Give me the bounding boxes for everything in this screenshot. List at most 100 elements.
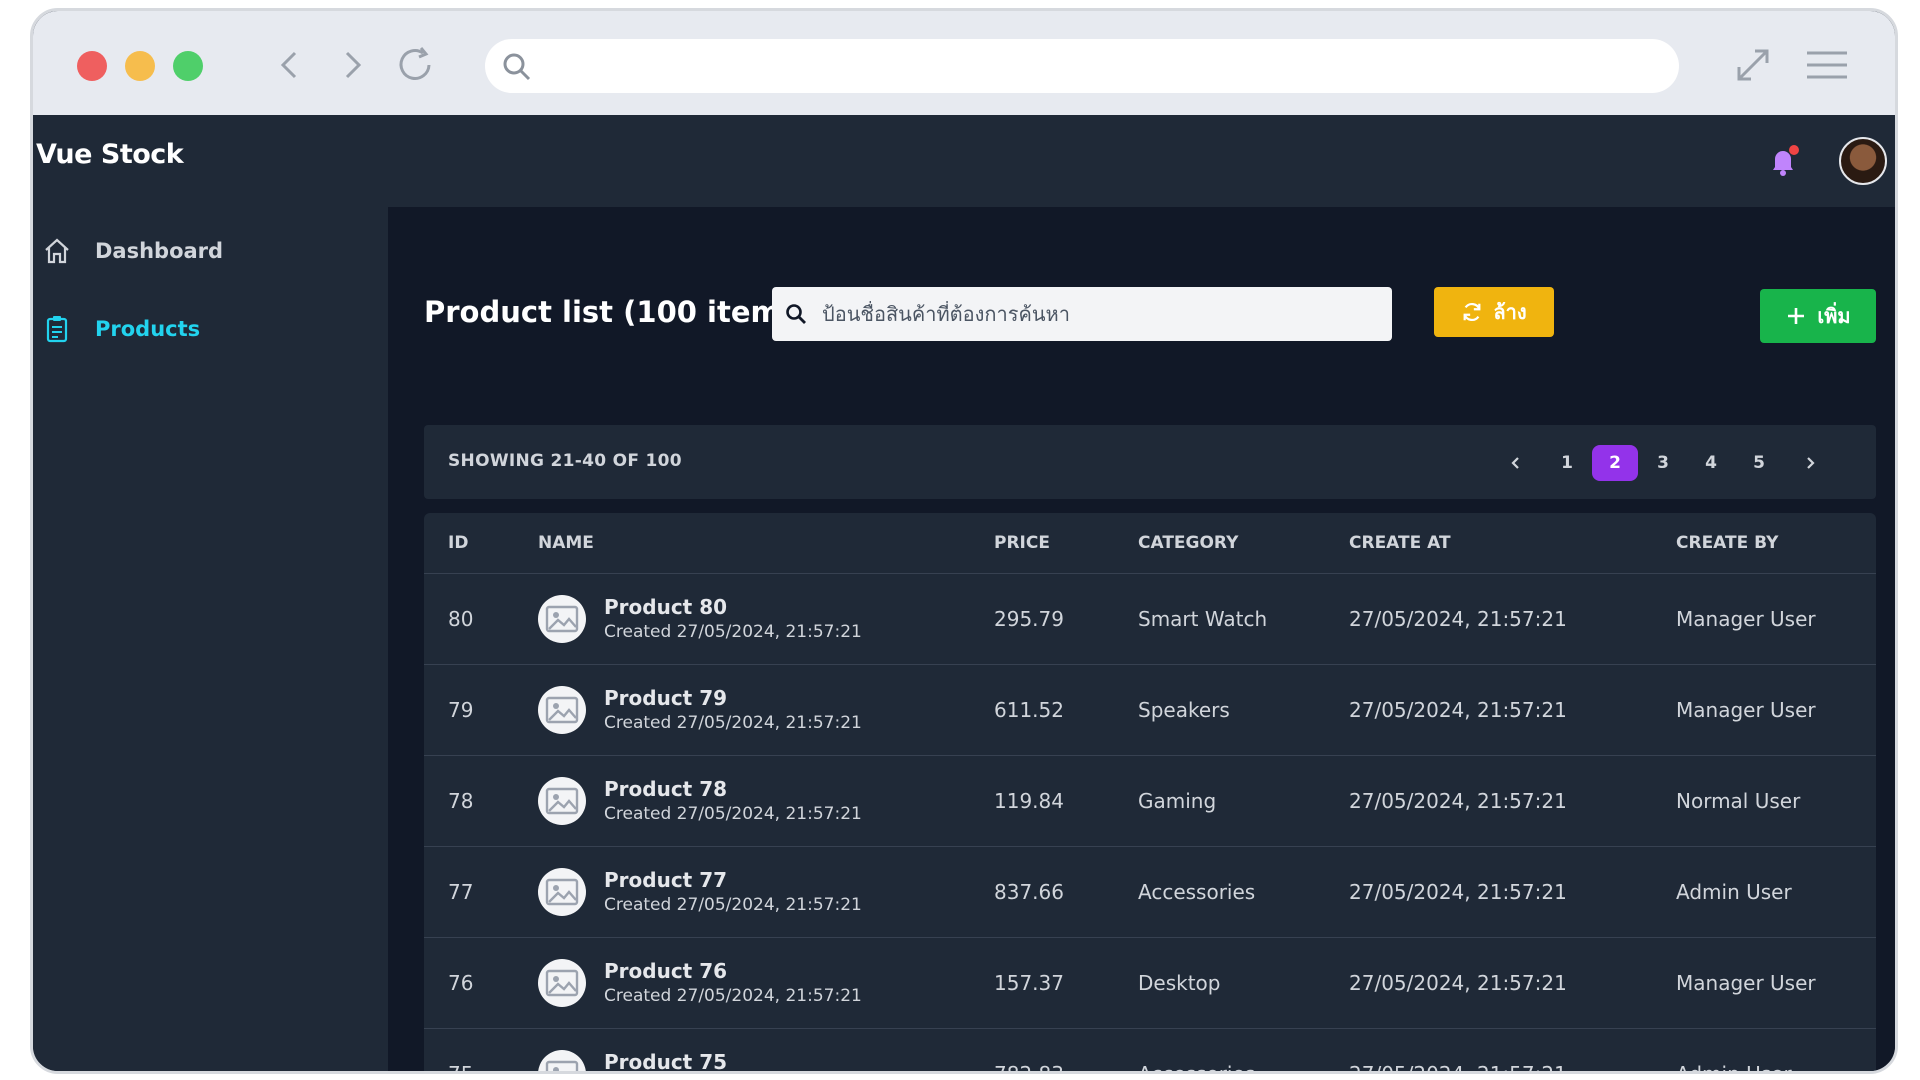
app-header: Vue Stock (33, 115, 1895, 207)
product-name[interactable]: Product 80 (604, 594, 862, 620)
cell-id: 79 (424, 664, 538, 756)
cell-created-by: Admin User (1676, 846, 1876, 938)
search-input[interactable] (820, 301, 1384, 327)
browser-window: Vue Stock Dashboard Products Product lis… (30, 8, 1898, 1074)
cell-id: 76 (424, 937, 538, 1029)
bell-icon[interactable] (1767, 145, 1799, 177)
page-button-3[interactable]: 3 (1640, 445, 1686, 481)
sidebar-item-label: Products (95, 317, 201, 341)
next-page-button[interactable] (1784, 445, 1836, 481)
cell-created-at: 27/05/2024, 21:57:21 (1349, 846, 1676, 938)
product-name[interactable]: Product 75 (604, 1049, 862, 1071)
add-button-label: เพิ่ม (1817, 304, 1851, 328)
sidebar-item-dashboard[interactable]: Dashboard (33, 229, 388, 273)
column-header-created-by[interactable]: CREATE BY (1676, 513, 1876, 574)
table-row[interactable]: 79 Product 79 Created 27/05/2024, 21:57:… (424, 664, 1876, 756)
column-header-category[interactable]: CATEGORY (1138, 513, 1349, 574)
image-placeholder-icon (538, 959, 586, 1007)
table-row[interactable]: 75 Product 75 Created 27/05/2024, 21:57:… (424, 1028, 1876, 1071)
page-button-2[interactable]: 2 (1592, 445, 1638, 481)
cell-created-by: Normal User (1676, 755, 1876, 847)
column-header-price[interactable]: PRICE (994, 513, 1138, 574)
refresh-icon (1463, 303, 1481, 321)
cell-created-at: 27/05/2024, 21:57:21 (1349, 664, 1676, 756)
cell-price: 611.52 (994, 664, 1138, 756)
image-placeholder-icon (538, 1050, 586, 1071)
expand-icon[interactable] (1731, 45, 1775, 85)
cell-created-at: 27/05/2024, 21:57:21 (1349, 573, 1676, 665)
image-placeholder-icon (538, 686, 586, 734)
cell-created-at: 27/05/2024, 21:57:21 (1349, 755, 1676, 847)
table-row[interactable]: 80 Product 80 Created 27/05/2024, 21:57:… (424, 573, 1876, 665)
image-placeholder-icon (538, 595, 586, 643)
cell-id: 80 (424, 573, 538, 665)
column-header-created-at[interactable]: CREATE AT (1349, 513, 1676, 574)
back-arrow-icon[interactable] (271, 45, 311, 85)
cell-created-by: Admin User (1676, 1028, 1876, 1071)
table-row[interactable]: 78 Product 78 Created 27/05/2024, 21:57:… (424, 755, 1876, 847)
product-created-subtitle: Created 27/05/2024, 21:57:21 (604, 622, 862, 642)
cell-created-at: 27/05/2024, 21:57:21 (1349, 1028, 1676, 1071)
app-brand[interactable]: Vue Stock (36, 139, 184, 170)
cell-name: Product 79 Created 27/05/2024, 21:57:21 (538, 664, 994, 756)
reload-icon[interactable] (395, 45, 435, 85)
cell-category: Accessories (1138, 1028, 1349, 1071)
column-header-name[interactable]: NAME (538, 513, 994, 574)
search-icon (784, 302, 808, 326)
cell-created-by: Manager User (1676, 664, 1876, 756)
address-bar[interactable] (485, 39, 1679, 93)
hamburger-menu-icon[interactable] (1805, 45, 1849, 85)
table-header-row: ID NAME PRICE CATEGORY CREATE AT CREATE … (424, 513, 1876, 574)
cell-id: 75 (424, 1028, 538, 1071)
clear-button[interactable]: ล้าง (1434, 287, 1554, 337)
table-row[interactable]: 77 Product 77 Created 27/05/2024, 21:57:… (424, 846, 1876, 938)
cell-name: Product 80 Created 27/05/2024, 21:57:21 (538, 573, 994, 665)
cell-created-by: Manager User (1676, 573, 1876, 665)
search-box[interactable] (772, 287, 1392, 341)
add-product-button[interactable]: เพิ่ม (1760, 289, 1876, 343)
table-row[interactable]: 76 Product 76 Created 27/05/2024, 21:57:… (424, 937, 1876, 1029)
main-content: Product list (100 items) ล้าง เพิ่ม SHOW… (388, 207, 1895, 1071)
user-avatar[interactable] (1839, 137, 1887, 185)
image-placeholder-icon (538, 868, 586, 916)
browser-toolbar (33, 11, 1895, 115)
cell-price: 157.37 (994, 937, 1138, 1029)
page-button-5[interactable]: 5 (1736, 445, 1782, 481)
cell-price: 837.66 (994, 846, 1138, 938)
product-name[interactable]: Product 77 (604, 867, 862, 893)
cell-price: 119.84 (994, 755, 1138, 847)
showing-count: SHOWING 21-40 OF 100 (448, 451, 682, 471)
window-close-button[interactable] (77, 51, 107, 81)
window-minimize-button[interactable] (125, 51, 155, 81)
cell-category: Desktop (1138, 937, 1349, 1029)
window-maximize-button[interactable] (173, 51, 203, 81)
page-button-1[interactable]: 1 (1544, 445, 1590, 481)
cell-name: Product 76 Created 27/05/2024, 21:57:21 (538, 937, 994, 1029)
cell-category: Speakers (1138, 664, 1349, 756)
page-title: Product list (100 items) (424, 295, 812, 329)
sidebar-item-label: Dashboard (95, 239, 224, 263)
product-created-subtitle: Created 27/05/2024, 21:57:21 (604, 713, 862, 733)
pagination-bar: SHOWING 21-40 OF 100 1 2 3 4 5 (424, 425, 1876, 499)
cell-name: Product 75 Created 27/05/2024, 21:57:21 (538, 1028, 994, 1071)
column-header-id[interactable]: ID (424, 513, 538, 574)
product-name[interactable]: Product 76 (604, 958, 862, 984)
clear-button-label: ล้าง (1493, 302, 1527, 324)
pagination: 1 2 3 4 5 (1488, 445, 1836, 481)
cell-id: 78 (424, 755, 538, 847)
product-created-subtitle: Created 27/05/2024, 21:57:21 (604, 804, 862, 824)
cell-name: Product 77 Created 27/05/2024, 21:57:21 (538, 846, 994, 938)
search-icon (501, 51, 533, 83)
forward-arrow-icon[interactable] (333, 45, 373, 85)
cell-price: 782.83 (994, 1028, 1138, 1071)
plus-icon (1788, 308, 1805, 324)
prev-page-button[interactable] (1490, 445, 1542, 481)
product-name[interactable]: Product 78 (604, 776, 862, 802)
product-name[interactable]: Product 79 (604, 685, 862, 711)
product-created-subtitle: Created 27/05/2024, 21:57:21 (604, 986, 862, 1006)
page-button-4[interactable]: 4 (1688, 445, 1734, 481)
home-icon (41, 235, 73, 267)
cell-created-at: 27/05/2024, 21:57:21 (1349, 937, 1676, 1029)
sidebar-item-products[interactable]: Products (33, 307, 388, 351)
cell-id: 77 (424, 846, 538, 938)
